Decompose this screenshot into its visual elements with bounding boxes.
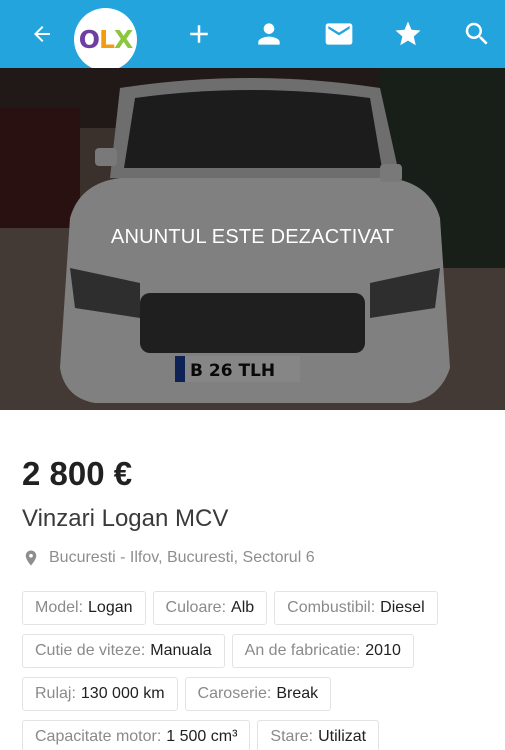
param-chip-color[interactable]: Culoare: Alb xyxy=(152,591,268,625)
search-icon xyxy=(465,22,488,45)
listing-location: Bucuresti - Ilfov, Bucuresti, Sectorul 6 xyxy=(22,547,315,569)
param-chip-year[interactable]: An de fabricatie: 2010 xyxy=(231,634,414,668)
location-pin-icon xyxy=(25,550,37,566)
user-icon xyxy=(258,23,280,45)
listing-parameters: Model: Logan Culoare: Alb Combustibil: Dies… xyxy=(22,591,492,750)
listing-photo[interactable]: B 26 TLH ANUNTUL ESTE DEZACTIVAT xyxy=(0,68,505,410)
plus-icon xyxy=(190,25,208,43)
param-row: Capacitate motor: 1 500 cm³ Stare: Utiliza… xyxy=(22,720,492,750)
add-listing-button[interactable] xyxy=(177,0,221,68)
param-chip-gearbox[interactable]: Cutie de viteze: Manuala xyxy=(22,634,225,668)
param-row: Rulaj: 130 000 km Caroserie: Break xyxy=(22,677,492,711)
back-arrow-icon[interactable] xyxy=(20,0,64,68)
ad-disabled-message: ANUNTUL ESTE DEZACTIVAT xyxy=(110,226,395,248)
favorites-button[interactable] xyxy=(386,0,430,68)
olx-logo[interactable]: OLX xyxy=(74,8,137,71)
param-chip-condition[interactable]: Stare: Utilizat xyxy=(257,720,380,750)
top-app-bar: OLX xyxy=(0,0,505,71)
param-row: Cutie de viteze: Manuala An de fabricatie… xyxy=(22,634,492,668)
search-button[interactable] xyxy=(455,0,499,68)
param-chip-mileage[interactable]: Rulaj: 130 000 km xyxy=(22,677,178,711)
listing-title: Vinzari Logan MCV xyxy=(22,505,229,532)
listing-price: 2 800 € xyxy=(22,455,133,492)
mail-icon xyxy=(325,23,353,45)
param-chip-fuel[interactable]: Combustibil: Diesel xyxy=(274,591,438,625)
messages-button[interactable] xyxy=(317,0,361,68)
param-chip-body[interactable]: Caroserie: Break xyxy=(184,677,332,711)
param-row: Model: Logan Culoare: Alb Combustibil: Dies… xyxy=(22,591,492,625)
param-chip-model[interactable]: Model: Logan xyxy=(22,591,146,625)
param-chip-engine[interactable]: Capacitate motor: 1 500 cm³ xyxy=(22,720,251,750)
star-icon xyxy=(395,21,421,46)
account-button[interactable] xyxy=(247,0,291,68)
location-text: Bucuresti - Ilfov, Bucuresti, Sectorul 6 xyxy=(49,549,315,566)
